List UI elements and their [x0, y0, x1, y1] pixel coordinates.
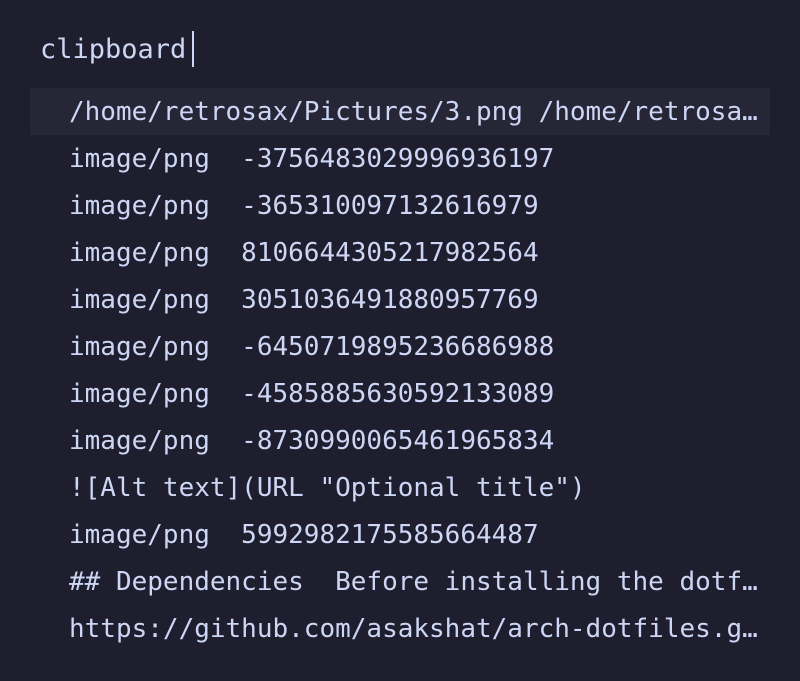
list-item-label: image/png 5992982175585664487	[69, 519, 539, 550]
text-cursor	[192, 31, 195, 67]
list-item-label: /home/retrosax/Pictures/3.png /home/retr…	[69, 96, 759, 127]
clipboard-history-list: /home/retrosax/Pictures/3.png /home/retr…	[30, 88, 770, 652]
list-item[interactable]: ![Alt text](URL "Optional title")	[30, 464, 770, 511]
list-item[interactable]: image/png -3756483029996936197	[30, 135, 770, 182]
list-item[interactable]: image/png 5992982175585664487	[30, 511, 770, 558]
list-item-label: image/png -6450719895236686988	[69, 331, 555, 362]
list-item-label: image/png -8730990065461965834	[69, 425, 555, 456]
launcher-window: clipboard /home/retrosax/Pictures/3.png …	[0, 0, 800, 681]
list-item-label: ![Alt text](URL "Optional title")	[69, 472, 586, 503]
list-item[interactable]: ## Dependencies Before installing the do…	[30, 558, 770, 605]
list-item[interactable]: image/png 8106644305217982564	[30, 229, 770, 276]
list-item[interactable]: image/png -4585885630592133089	[30, 370, 770, 417]
list-item-label: image/png -3756483029996936197	[69, 143, 555, 174]
search-bar[interactable]: clipboard	[40, 28, 195, 70]
list-item-label: https://github.com/asakshat/arch-dotfile…	[69, 613, 759, 644]
list-item[interactable]: image/png 3051036491880957769	[30, 276, 770, 323]
list-item-label: image/png 8106644305217982564	[69, 237, 539, 268]
list-item-label: image/png -4585885630592133089	[69, 378, 555, 409]
search-input[interactable]: clipboard	[40, 34, 186, 65]
list-item[interactable]: image/png -365310097132616979	[30, 182, 770, 229]
list-item[interactable]: image/png -8730990065461965834	[30, 417, 770, 464]
list-item[interactable]: https://github.com/asakshat/arch-dotfile…	[30, 605, 770, 652]
list-item-label: ## Dependencies Before installing the do…	[69, 566, 759, 597]
list-item-label: image/png -365310097132616979	[69, 190, 539, 221]
list-item-label: image/png 3051036491880957769	[69, 284, 539, 315]
list-item[interactable]: image/png -6450719895236686988	[30, 323, 770, 370]
list-item[interactable]: /home/retrosax/Pictures/3.png /home/retr…	[30, 88, 770, 135]
